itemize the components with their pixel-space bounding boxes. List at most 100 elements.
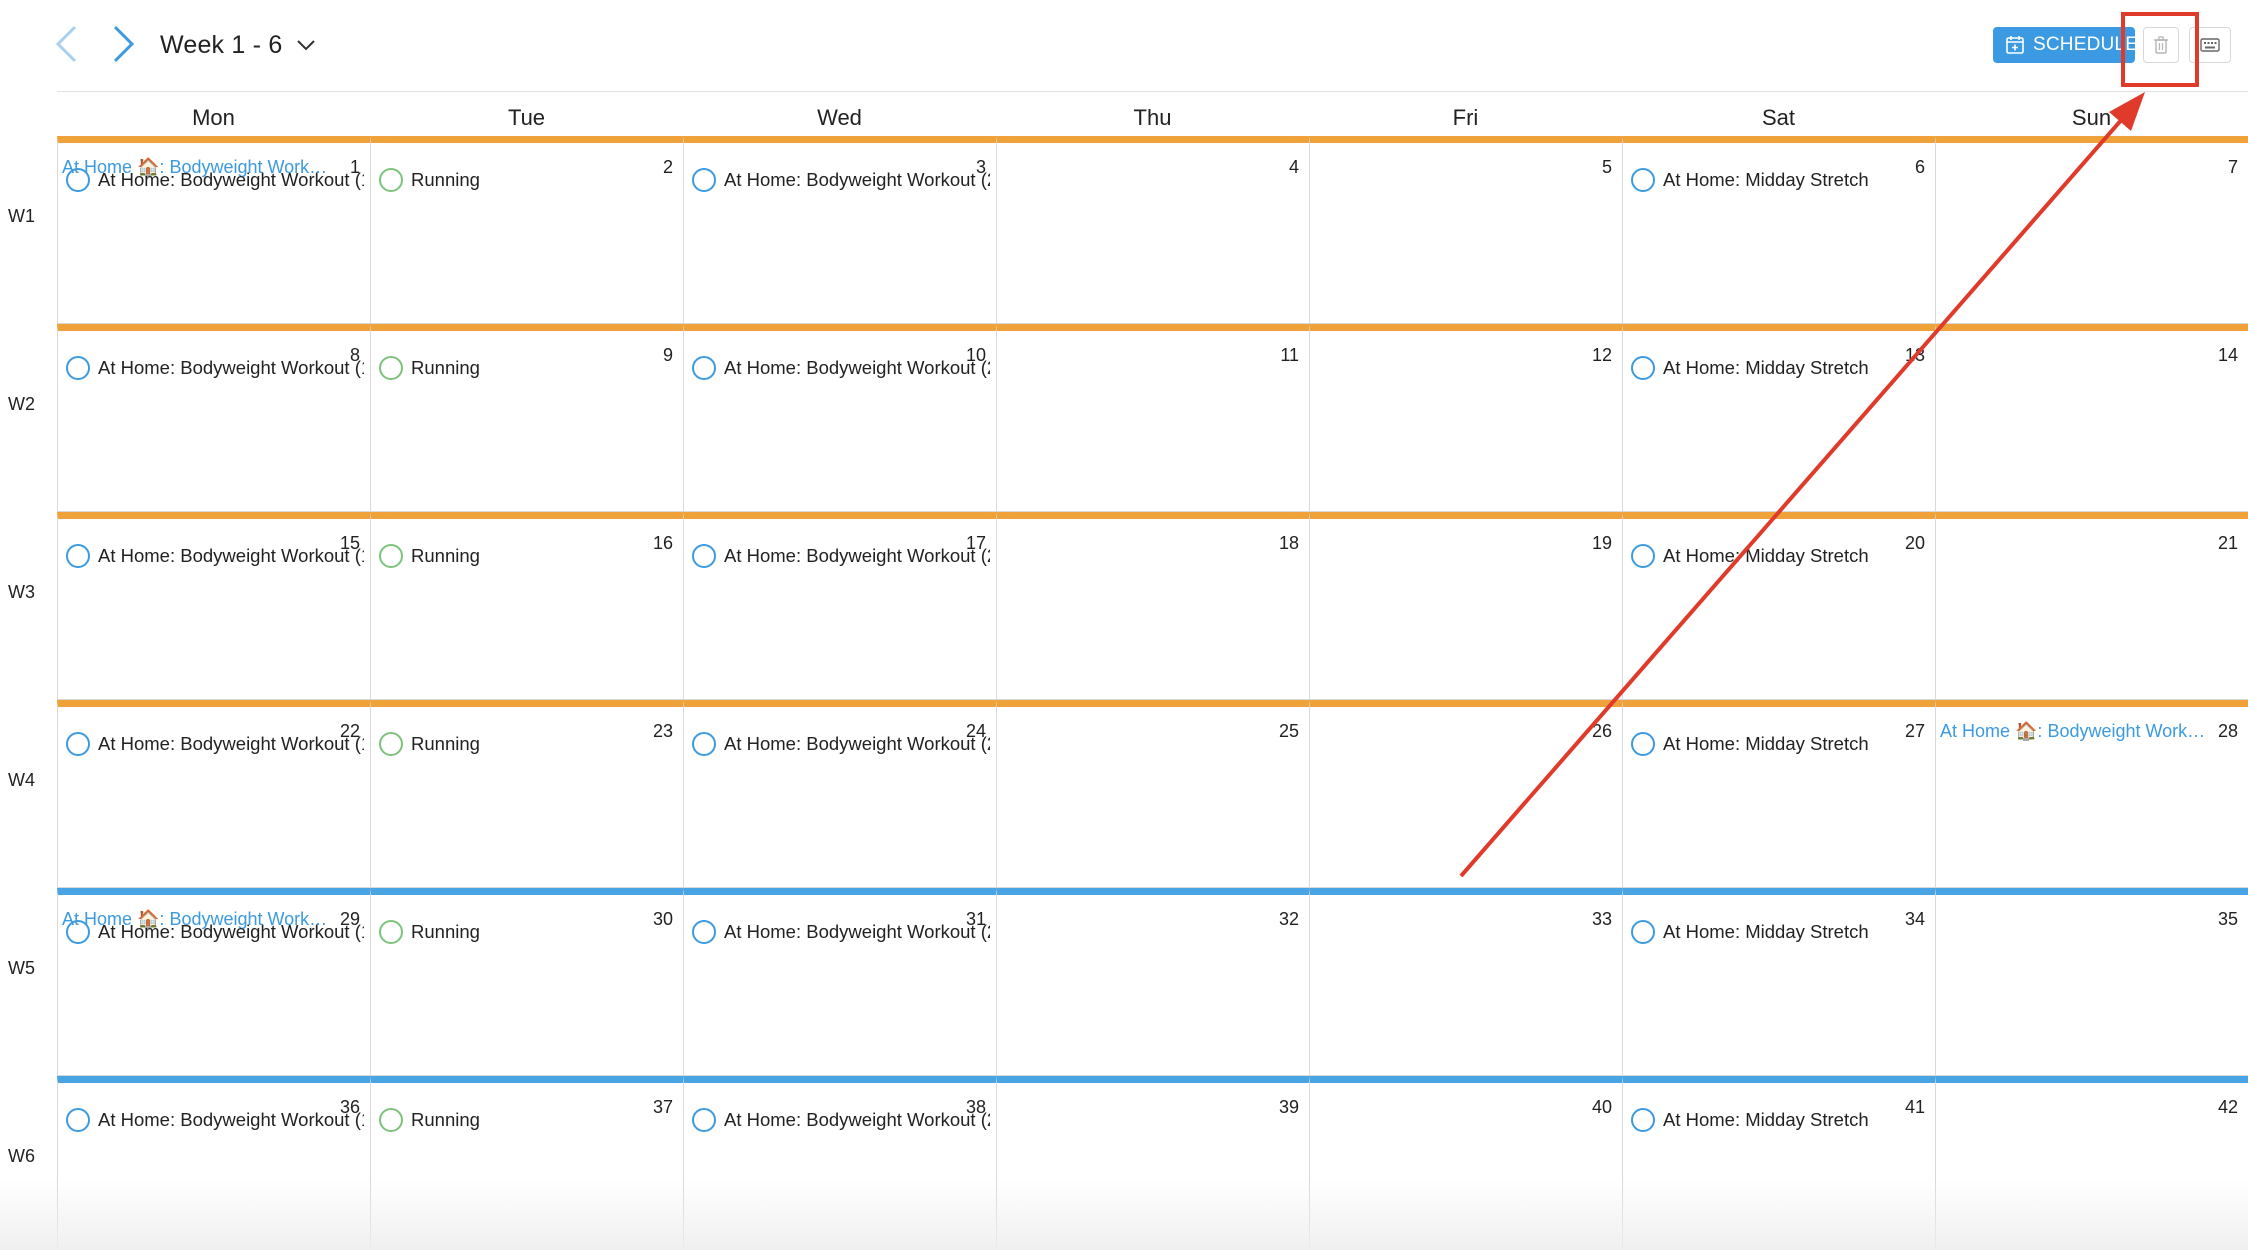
- completion-circle-icon[interactable]: [66, 920, 90, 944]
- day-cell[interactable]: 19: [1309, 512, 1622, 700]
- day-cell[interactable]: 42: [1935, 1076, 2248, 1250]
- completion-circle-icon[interactable]: [66, 1108, 90, 1132]
- schedule-button[interactable]: SCHEDULE: [1993, 27, 2135, 63]
- day-cell[interactable]: 7: [1935, 136, 2248, 324]
- completion-circle-icon[interactable]: [1631, 920, 1655, 944]
- day-cell[interactable]: 37 Running: [370, 1076, 683, 1250]
- workout-event-label: Running: [411, 357, 480, 378]
- day-cell[interactable]: 30 Running: [370, 888, 683, 1076]
- workout-event[interactable]: At Home: Bodyweight Workout (1: [66, 919, 364, 945]
- day-cell[interactable]: 1 At Home 🏠: Bodyweight Workout At Home: B…: [57, 136, 370, 324]
- day-cell[interactable]: 31 At Home: Bodyweight Workout (2: [683, 888, 996, 1076]
- day-cell[interactable]: 17 At Home: Bodyweight Workout (2: [683, 512, 996, 700]
- completion-circle-icon[interactable]: [1631, 1108, 1655, 1132]
- completion-circle-icon[interactable]: [379, 732, 403, 756]
- day-cell[interactable]: 35: [1935, 888, 2248, 1076]
- completion-circle-icon[interactable]: [379, 544, 403, 568]
- completion-circle-icon[interactable]: [692, 920, 716, 944]
- workout-event[interactable]: Running: [379, 731, 677, 757]
- workout-event[interactable]: At Home: Bodyweight Workout (2: [692, 919, 990, 945]
- day-cell[interactable]: 32: [996, 888, 1309, 1076]
- day-cell[interactable]: 4: [996, 136, 1309, 324]
- day-cell[interactable]: 12: [1309, 324, 1622, 512]
- workout-event[interactable]: Running: [379, 919, 677, 945]
- completion-circle-icon[interactable]: [692, 356, 716, 380]
- completion-circle-icon[interactable]: [1631, 732, 1655, 756]
- chevron-right-icon: [113, 25, 135, 63]
- completion-circle-icon[interactable]: [692, 732, 716, 756]
- day-cell[interactable]: 14: [1935, 324, 2248, 512]
- workout-event[interactable]: Running: [379, 1107, 677, 1133]
- workout-event[interactable]: At Home: Bodyweight Workout (2: [692, 731, 990, 757]
- day-cell[interactable]: 40: [1309, 1076, 1622, 1250]
- workout-event[interactable]: At Home: Midday Stretch: [1631, 731, 1929, 757]
- workout-event[interactable]: Running: [379, 543, 677, 569]
- workout-event[interactable]: At Home: Bodyweight Workout (1: [66, 1107, 364, 1133]
- day-cell[interactable]: 24 At Home: Bodyweight Workout (2: [683, 700, 996, 888]
- completion-circle-icon[interactable]: [66, 544, 90, 568]
- day-cell[interactable]: 33: [1309, 888, 1622, 1076]
- completion-circle-icon[interactable]: [379, 168, 403, 192]
- day-cell[interactable]: 6 At Home: Midday Stretch: [1622, 136, 1935, 324]
- day-cell[interactable]: 3 At Home: Bodyweight Workout (2: [683, 136, 996, 324]
- day-cell[interactable]: 21: [1935, 512, 2248, 700]
- day-cell[interactable]: 23 Running: [370, 700, 683, 888]
- day-cell[interactable]: 34 At Home: Midday Stretch: [1622, 888, 1935, 1076]
- completion-circle-icon[interactable]: [692, 1108, 716, 1132]
- previous-weeks-button[interactable]: [44, 22, 88, 66]
- completion-circle-icon[interactable]: [1631, 544, 1655, 568]
- day-cell[interactable]: 15 At Home: Bodyweight Workout (1: [57, 512, 370, 700]
- keyboard-shortcuts-button[interactable]: [2189, 27, 2231, 63]
- workout-event-label: Running: [411, 169, 480, 190]
- day-cell[interactable]: 36 At Home: Bodyweight Workout (1: [57, 1076, 370, 1250]
- completion-circle-icon[interactable]: [1631, 356, 1655, 380]
- completion-circle-icon[interactable]: [66, 732, 90, 756]
- day-cell[interactable]: 39: [996, 1076, 1309, 1250]
- day-cell[interactable]: 8 At Home: Bodyweight Workout (1: [57, 324, 370, 512]
- workout-event[interactable]: At Home: Midday Stretch: [1631, 919, 1929, 945]
- day-cell[interactable]: 9 Running: [370, 324, 683, 512]
- workout-event[interactable]: At Home: Bodyweight Workout (1: [66, 355, 364, 381]
- workout-event[interactable]: At Home: Bodyweight Workout (1: [66, 731, 364, 757]
- completion-circle-icon[interactable]: [692, 168, 716, 192]
- day-cell[interactable]: 13 At Home: Midday Stretch: [1622, 324, 1935, 512]
- workout-event[interactable]: At Home: Bodyweight Workout (1: [66, 167, 364, 193]
- day-cell[interactable]: 22 At Home: Bodyweight Workout (1: [57, 700, 370, 888]
- workout-event[interactable]: At Home: Bodyweight Workout (2: [692, 167, 990, 193]
- completion-circle-icon[interactable]: [379, 356, 403, 380]
- day-cell[interactable]: 38 At Home: Bodyweight Workout (2: [683, 1076, 996, 1250]
- day-cell[interactable]: 10 At Home: Bodyweight Workout (2: [683, 324, 996, 512]
- day-cell[interactable]: 29 At Home 🏠: Bodyweight Workout At Home: …: [57, 888, 370, 1076]
- completion-circle-icon[interactable]: [1631, 168, 1655, 192]
- day-cell[interactable]: 11: [996, 324, 1309, 512]
- workout-event[interactable]: At Home: Bodyweight Workout (2: [692, 355, 990, 381]
- program-banner-link[interactable]: At Home 🏠: Bodyweight Workout: [1940, 721, 2208, 742]
- day-cell[interactable]: 5: [1309, 136, 1622, 324]
- day-cell[interactable]: 27 At Home: Midday Stretch: [1622, 700, 1935, 888]
- completion-circle-icon[interactable]: [66, 168, 90, 192]
- workout-event[interactable]: At Home: Bodyweight Workout (1: [66, 543, 364, 569]
- day-cell[interactable]: 25: [996, 700, 1309, 888]
- next-weeks-button[interactable]: [102, 22, 146, 66]
- workout-event[interactable]: At Home: Midday Stretch: [1631, 543, 1929, 569]
- completion-circle-icon[interactable]: [66, 356, 90, 380]
- workout-event[interactable]: Running: [379, 167, 677, 193]
- day-cell[interactable]: 26: [1309, 700, 1622, 888]
- workout-event[interactable]: Running: [379, 355, 677, 381]
- delete-button[interactable]: [2143, 27, 2179, 63]
- completion-circle-icon[interactable]: [692, 544, 716, 568]
- workout-event[interactable]: At Home: Midday Stretch: [1631, 167, 1929, 193]
- day-cell[interactable]: 41 At Home: Midday Stretch: [1622, 1076, 1935, 1250]
- workout-event[interactable]: At Home: Bodyweight Workout (2: [692, 1107, 990, 1133]
- completion-circle-icon[interactable]: [379, 920, 403, 944]
- week-range-selector[interactable]: Week 1 - 6: [160, 28, 316, 62]
- day-cell[interactable]: 2 Running: [370, 136, 683, 324]
- workout-event[interactable]: At Home: Midday Stretch: [1631, 1107, 1929, 1133]
- workout-event[interactable]: At Home: Midday Stretch: [1631, 355, 1929, 381]
- day-cell[interactable]: 16 Running: [370, 512, 683, 700]
- workout-event[interactable]: At Home: Bodyweight Workout (2: [692, 543, 990, 569]
- day-cell[interactable]: 20 At Home: Midday Stretch: [1622, 512, 1935, 700]
- day-cell[interactable]: 28 At Home 🏠: Bodyweight Workout: [1935, 700, 2248, 888]
- day-cell[interactable]: 18: [996, 512, 1309, 700]
- completion-circle-icon[interactable]: [379, 1108, 403, 1132]
